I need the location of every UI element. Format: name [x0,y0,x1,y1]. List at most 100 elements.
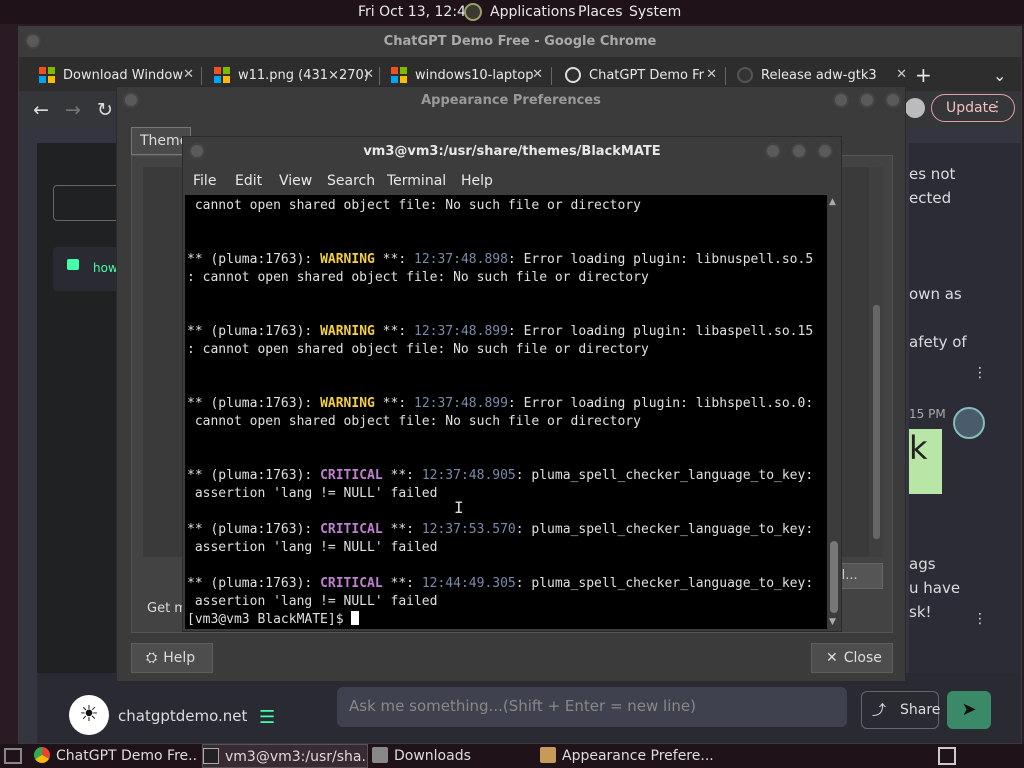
close-icon[interactable]: ✕ [363,67,374,82]
terminal-text-segment: assertion 'lang != NULL' failed [187,594,438,609]
terminal-text-segment: **: [382,468,422,483]
tab-windows10-laptop[interactable]: windows10-laptop ✕ [391,61,543,89]
close-button[interactable]: ✕ Close [811,643,893,673]
scroll-down-icon[interactable]: ▼ [829,617,836,627]
terminal-line: assertion 'lang != NULL' failed [187,593,438,611]
scrollbar-thumb[interactable] [873,305,880,539]
terminal-text-segment: assertion 'lang != NULL' failed [187,540,438,555]
close-window-button[interactable] [817,143,833,159]
terminal-text-segment: WARNING [320,324,375,339]
menu-help[interactable]: Help [461,173,493,189]
task-downloads[interactable]: Downloads [372,744,536,768]
tab-label: windows10-laptop [415,67,534,83]
task-label: Downloads [394,748,471,764]
close-label: Close [843,650,882,666]
applications-icon[interactable] [464,3,482,21]
new-tab-button[interactable]: + [915,61,932,89]
reload-icon[interactable]: ↻ [97,99,113,121]
terminal-titlebar[interactable]: vm3@vm3:/usr/share/themes/BlackMATE [183,137,841,167]
panel-clock[interactable]: Fri Oct 13, 12:45 [358,4,475,20]
tab-download-windows[interactable]: Download Window ✕ [39,61,194,89]
tab-separator [379,67,380,85]
terminal-text-segment: CRITICAL [320,468,383,483]
workspace-switcher-icon[interactable] [938,747,956,765]
menu-terminal[interactable]: Terminal [387,173,446,189]
menu-view[interactable]: View [279,173,312,189]
appearance-title: Appearance Preferences [421,93,601,108]
tab-chatgpt-demo[interactable]: ChatGPT Demo Fr ✕ [565,61,717,89]
maximize-button[interactable] [791,143,807,159]
tab-w11-png[interactable]: w11.png (431×270) ✕ [214,61,374,89]
task-chrome[interactable]: ChatGPT Demo Fre... [34,744,198,768]
theme-list-scrollbar[interactable] [869,167,883,557]
scrollbar-thumb[interactable] [830,541,838,613]
share-label: Share [900,702,941,718]
terminal-line: ** (pluma:1763): CRITICAL **: 12:44:49.3… [187,575,813,593]
task-label: Appearance Prefere... [562,748,714,764]
terminal-text-segment: : Error loading plugin: libaspell.so.15 [507,324,814,339]
close-icon[interactable]: ✕ [706,67,717,82]
message-menu-icon[interactable]: ⋮ [973,365,987,381]
message-menu-icon[interactable]: ⋮ [973,611,987,627]
terminal-output[interactable]: cannot open shared object file: No such … [185,195,827,629]
terminal-line: cannot open shared object file: No such … [187,413,641,431]
back-icon[interactable]: ← [33,99,49,121]
forward-icon[interactable]: → [65,99,81,121]
appearance-titlebar[interactable]: Appearance Preferences [117,87,905,115]
menu-applications[interactable]: Applications [490,4,576,20]
get-more-themes-link[interactable]: Get m [147,601,187,616]
terminal-line: ** (pluma:1763): WARNING **: 12:37:48.89… [187,323,813,341]
terminal-title: vm3@vm3:/usr/share/themes/BlackMATE [363,144,661,159]
menu-file[interactable]: File [193,173,216,189]
menu-search[interactable]: Search [327,173,375,189]
terminal-text-segment: **: [382,522,422,537]
task-appearance[interactable]: Appearance Prefere... [540,744,720,768]
send-button[interactable]: ➤ [947,691,991,729]
send-icon: ➤ [961,699,977,720]
hamburger-menu-icon[interactable]: ☰ [259,707,275,728]
close-window-button[interactable] [885,92,901,108]
tab-label: ChatGPT Demo Fr [589,67,705,83]
tab-label: Download Window [63,67,184,83]
kebab-menu-icon: ⋮ [990,99,1004,115]
menu-places[interactable]: Places [578,4,623,20]
update-button[interactable]: Update ⋮ [931,94,1015,122]
share-button[interactable]: ⤴ Share [861,691,941,729]
terminal-text-segment: : pluma_spell_checker_language_to_key: [515,522,814,537]
tab-release-adw-gtk3[interactable]: Release adw-gtk3 ✕ [737,61,907,89]
task-terminal[interactable]: vm3@vm3:/usr/sha... [202,744,368,768]
minimize-button[interactable] [765,143,781,159]
terminal-prompt[interactable]: [vm3@vm3 BlackMATE]$ [187,611,360,629]
help-icon: ⛭ [146,650,158,666]
close-icon[interactable]: ✕ [896,67,907,82]
menu-system[interactable]: System [629,4,681,20]
maximize-button[interactable] [859,92,875,108]
terminal-text-segment: : Error loading plugin: libnuspell.so.5 [507,252,814,267]
tab-search-button[interactable]: ⌄ [993,61,1006,89]
terminal-scrollbar[interactable]: ▲ ▼ [827,195,841,629]
task-label: vm3@vm3:/usr/sha... [225,749,368,765]
help-button[interactable]: ⛭ Help [131,643,213,673]
close-icon[interactable]: ✕ [532,67,543,82]
windows-logo-icon [391,67,407,83]
show-desktop-icon[interactable] [4,748,22,764]
minimize-button[interactable] [833,92,849,108]
terminal-line: : cannot open shared object file: No suc… [187,341,649,359]
site-name: chatgptdemo.net [118,707,248,725]
terminal-icon [203,748,219,764]
terminal-line: assertion 'lang != NULL' failed [187,485,438,503]
terminal-text-segment: ** (pluma:1763): [187,576,321,591]
task-label: ChatGPT Demo Fre... [56,748,198,764]
message-fragment: ags [909,555,936,573]
folder-icon [372,747,388,763]
close-icon[interactable]: ✕ [183,67,194,82]
profile-avatar[interactable] [905,98,925,118]
prompt-text: [vm3@vm3 BlackMATE]$ [187,612,352,627]
menu-edit[interactable]: Edit [235,173,262,189]
message-timestamp: 15 PM [909,407,946,421]
scroll-up-icon[interactable]: ▲ [829,197,836,207]
chrome-titlebar[interactable]: ChatGPT Demo Free - Google Chrome [19,27,1021,57]
terminal-line: ** (pluma:1763): WARNING **: 12:37:48.89… [187,395,813,413]
chrome-icon [34,747,50,763]
chat-input[interactable]: Ask me something...(Shift + Enter = new … [337,687,847,727]
